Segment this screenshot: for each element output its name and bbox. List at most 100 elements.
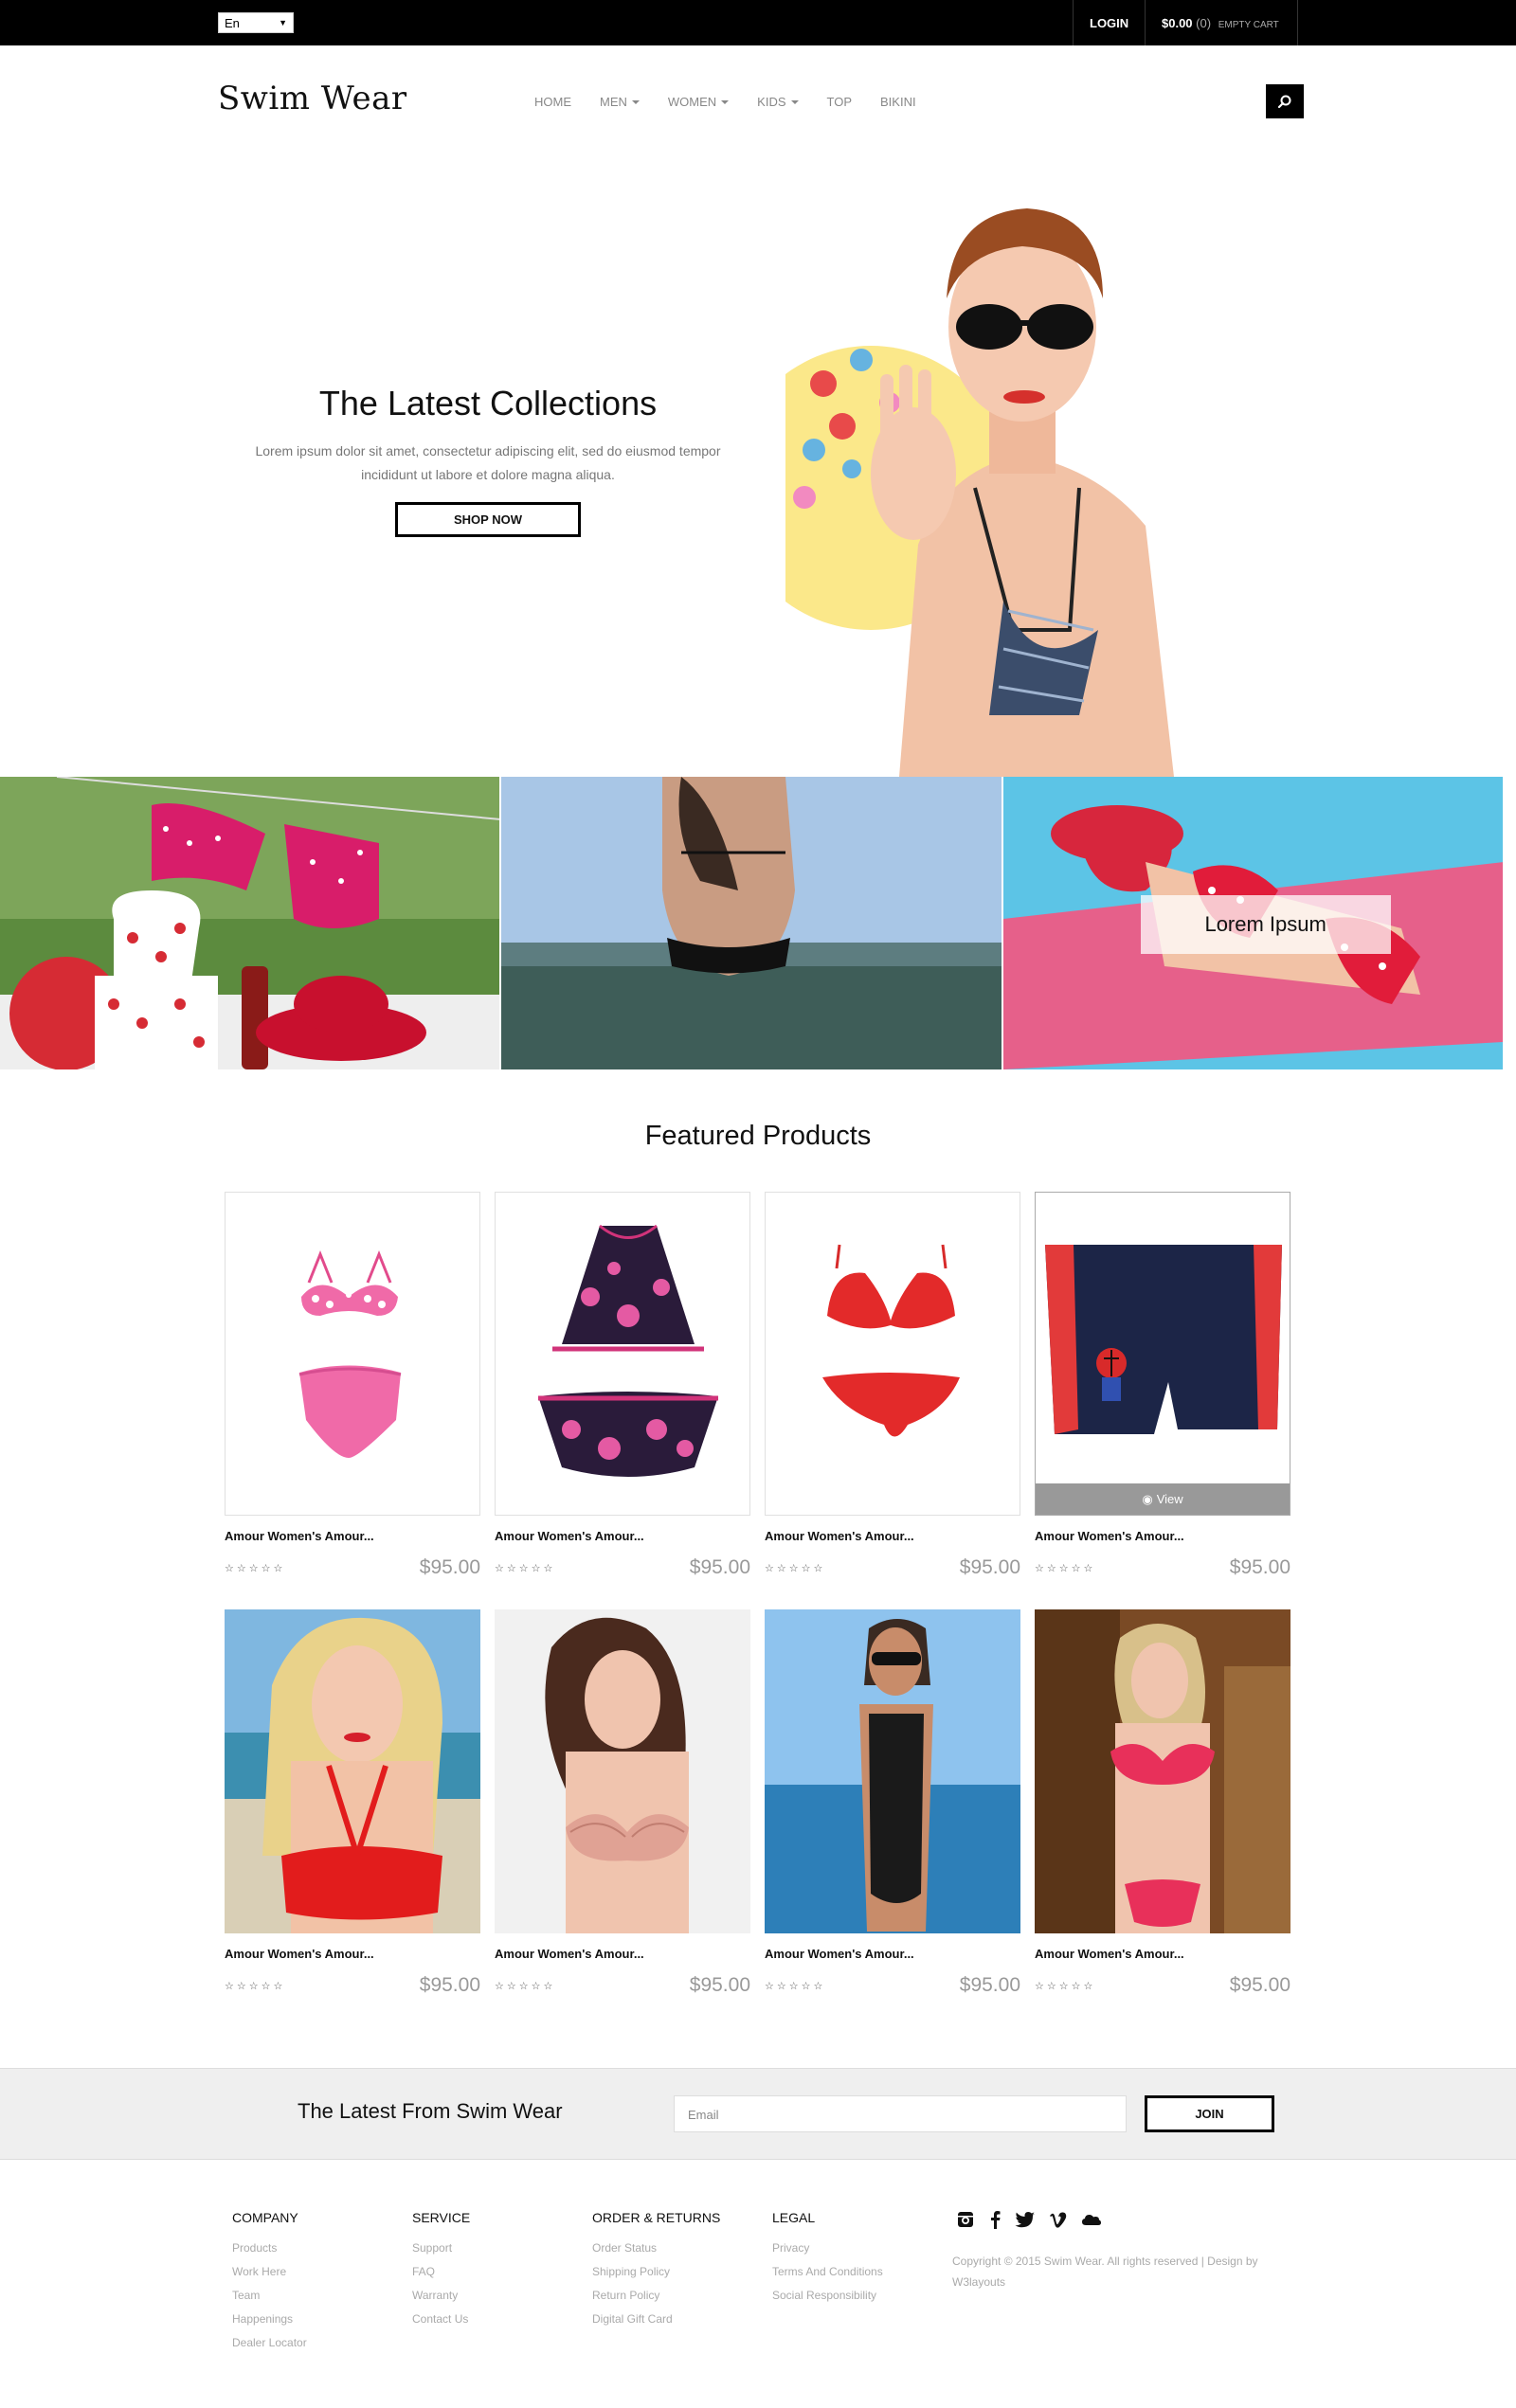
rating-stars[interactable]: ☆☆☆☆☆	[1035, 1562, 1095, 1574]
product-image[interactable]	[1035, 1609, 1290, 1933]
search-button[interactable]	[1266, 84, 1304, 118]
footer-link[interactable]: Happenings	[232, 2308, 307, 2331]
product-image[interactable]	[495, 1609, 750, 1933]
language-select[interactable]: En ▼	[218, 12, 294, 33]
email-field[interactable]: Email	[674, 2095, 1127, 2132]
product-name[interactable]: Amour Women's Amour...	[765, 1947, 1020, 1961]
footer-link[interactable]: Terms And Conditions	[772, 2260, 883, 2284]
product-image[interactable]	[765, 1609, 1020, 1933]
footer-link[interactable]: Warranty	[412, 2284, 470, 2308]
footer-link[interactable]: FAQ	[412, 2260, 470, 2284]
product-price: $95.00	[689, 1974, 750, 1996]
product-card[interactable]: Amour Women's Amour... ☆☆☆☆☆ $95.00	[1035, 1609, 1290, 1997]
nav-item-bikini[interactable]: BIKINI	[880, 95, 916, 109]
featured-title: Featured Products	[644, 1121, 872, 1151]
footer-link[interactable]: Contact Us	[412, 2308, 470, 2331]
footer-heading: SERVICE	[412, 2210, 471, 2225]
language-value: En	[225, 15, 240, 30]
rating-stars[interactable]: ☆☆☆☆☆	[225, 1980, 285, 1992]
caret-down-icon	[721, 99, 730, 104]
banner-polka-bikini[interactable]	[0, 777, 500, 1069]
cart-link[interactable]: $0.00 (0) EMPTY CART	[1162, 16, 1279, 30]
nav-label: TOP	[826, 95, 853, 109]
twitter-icon[interactable]	[1015, 2210, 1036, 2229]
footer-link[interactable]: Dealer Locator	[232, 2331, 307, 2355]
rating-stars[interactable]: ☆☆☆☆☆	[225, 1562, 285, 1574]
rating-stars[interactable]: ☆☆☆☆☆	[495, 1980, 555, 1992]
cart-empty-label: EMPTY CART	[1218, 20, 1279, 30]
banner-overlay-label: Lorem Ipsum	[1140, 895, 1391, 954]
main-nav: HOME MEN WOMEN KIDS TOP BIKINI	[534, 95, 916, 109]
product-card[interactable]: Amour Women's Amour... ☆☆☆☆☆ $95.00	[225, 1192, 480, 1579]
footer-link[interactable]: Work Here	[232, 2260, 307, 2284]
footer-heading: COMPANY	[232, 2210, 298, 2225]
product-image[interactable]	[765, 1192, 1020, 1516]
product-image[interactable]	[495, 1192, 750, 1516]
footer-link[interactable]: Shipping Policy	[592, 2260, 720, 2284]
hero-title: The Latest Collections	[318, 384, 658, 422]
product-image[interactable]: ◉ View	[1035, 1192, 1290, 1516]
product-card[interactable]: Amour Women's Amour... ☆☆☆☆☆ $95.00	[225, 1609, 480, 1997]
eye-icon: ◉	[1142, 1491, 1153, 1506]
rating-stars[interactable]: ☆☆☆☆☆	[495, 1562, 555, 1574]
footer-link[interactable]: Privacy	[772, 2237, 883, 2260]
footer-column-company: COMPANY Products Work Here Team Happenin…	[232, 2210, 307, 2355]
product-name[interactable]: Amour Women's Amour...	[495, 1529, 750, 1543]
view-button[interactable]: ◉ View	[1036, 1483, 1290, 1515]
product-card[interactable]: ◉ View Amour Women's Amour... ☆☆☆☆☆ $95.…	[1035, 1192, 1290, 1579]
nav-item-kids[interactable]: KIDS	[757, 95, 799, 109]
product-name[interactable]: Amour Women's Amour...	[1035, 1947, 1290, 1961]
footer-link[interactable]: Products	[232, 2237, 307, 2260]
cloud-icon[interactable]	[1081, 2210, 1102, 2229]
product-image[interactable]	[225, 1609, 480, 1933]
footer-column-service: SERVICE Support FAQ Warranty Contact Us	[412, 2210, 470, 2331]
product-card[interactable]: Amour Women's Amour... ☆☆☆☆☆ $95.00	[765, 1192, 1020, 1579]
product-name[interactable]: Amour Women's Amour...	[1035, 1529, 1290, 1543]
join-button[interactable]: JOIN	[1145, 2095, 1274, 2132]
footer-heading: LEGAL	[772, 2210, 816, 2225]
divider	[1297, 0, 1298, 45]
rating-stars[interactable]: ☆☆☆☆☆	[765, 1980, 825, 1992]
footer-link[interactable]: Digital Gift Card	[592, 2308, 720, 2331]
footer-link[interactable]: Social Responsibility	[772, 2284, 883, 2308]
rating-stars[interactable]: ☆☆☆☆☆	[765, 1562, 825, 1574]
product-name[interactable]: Amour Women's Amour...	[495, 1947, 750, 1961]
nav-label: WOMEN	[667, 95, 717, 109]
shop-now-button[interactable]: SHOP NOW	[395, 502, 581, 537]
instagram-icon[interactable]	[956, 2210, 975, 2229]
caret-down-icon	[790, 99, 799, 104]
product-name[interactable]: Amour Women's Amour...	[765, 1529, 1020, 1543]
product-price: $95.00	[1229, 1556, 1290, 1578]
site-logo[interactable]: Swim Wear	[218, 80, 407, 117]
nav-label: KIDS	[757, 95, 786, 109]
login-link[interactable]: LOGIN	[1090, 16, 1128, 30]
footer-link[interactable]: Return Policy	[592, 2284, 720, 2308]
hero-image	[785, 185, 1183, 777]
facebook-icon[interactable]	[988, 2210, 1002, 2229]
top-bar: En ▼ LOGIN $0.00 (0) EMPTY CART	[0, 0, 1516, 45]
footer-link[interactable]: Team	[232, 2284, 307, 2308]
nav-label: HOME	[534, 95, 571, 109]
product-card[interactable]: Amour Women's Amour... ☆☆☆☆☆ $95.00	[495, 1192, 750, 1579]
nav-item-women[interactable]: WOMEN	[667, 95, 730, 109]
product-image[interactable]	[225, 1192, 480, 1516]
product-name[interactable]: Amour Women's Amour...	[225, 1947, 480, 1961]
caret-down-icon	[631, 99, 640, 104]
banner-pool-float[interactable]: Lorem Ipsum	[1002, 777, 1503, 1069]
footer-link[interactable]: Order Status	[592, 2237, 720, 2260]
vimeo-icon[interactable]	[1049, 2210, 1068, 2229]
nav-item-top[interactable]: TOP	[827, 95, 853, 109]
product-card[interactable]: Amour Women's Amour... ☆☆☆☆☆ $95.00	[495, 1609, 750, 1997]
product-name[interactable]: Amour Women's Amour...	[225, 1529, 480, 1543]
banner-woman-sea[interactable]	[501, 777, 1002, 1069]
product-card[interactable]: Amour Women's Amour... ☆☆☆☆☆ $95.00	[765, 1609, 1020, 1997]
promo-banners: Lorem Ipsum	[0, 777, 1503, 1069]
rating-stars[interactable]: ☆☆☆☆☆	[1035, 1980, 1095, 1992]
footer-link[interactable]: Support	[412, 2237, 470, 2260]
search-icon	[1277, 95, 1291, 109]
newsletter-title: The Latest From Swim Wear	[298, 2099, 563, 2123]
footer-heading: ORDER & RETURNS	[592, 2210, 721, 2225]
product-price: $95.00	[419, 1974, 480, 1996]
nav-item-men[interactable]: MEN	[600, 95, 640, 109]
nav-item-home[interactable]: HOME	[534, 95, 571, 109]
